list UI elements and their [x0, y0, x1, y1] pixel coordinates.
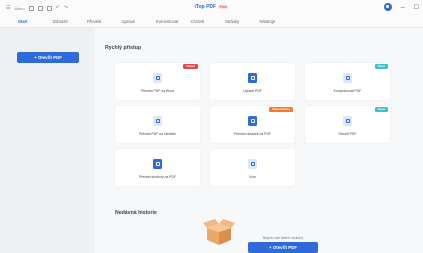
- print-icon[interactable]: [46, 5, 52, 11]
- tile-badge: Nové: [374, 64, 388, 69]
- image-to-pdf-icon: [248, 116, 257, 126]
- tile-label: Převést obrázek na PDF: [234, 132, 271, 136]
- quick-toolbar: ☰ Menu ↶ ↷: [0, 5, 68, 11]
- tab-comment[interactable]: Komentovat: [156, 16, 191, 24]
- menu-label[interactable]: Menu: [14, 6, 24, 11]
- merge-icon: [343, 116, 352, 126]
- tile-badge: Doporučeno: [269, 107, 293, 112]
- tile-label: Převést soubory na PDF: [139, 175, 176, 179]
- more-icon: [248, 159, 257, 169]
- tile-label: Převést PDF na Word: [141, 89, 174, 93]
- free-badge: Free: [218, 5, 229, 9]
- tile-image-to-pdf[interactable]: Doporučeno Převést obrázek na PDF: [210, 106, 295, 143]
- files-to-pdf-icon: [153, 159, 162, 169]
- minimize-icon[interactable]: –: [401, 4, 405, 11]
- empty-history-text: Nejsou zde žádné soubory: [262, 236, 304, 240]
- tile-files-to-pdf[interactable]: Převést soubory na PDF: [115, 149, 200, 186]
- quick-access-title: Rychlý přístup: [105, 45, 142, 51]
- tab-start[interactable]: Start: [18, 16, 53, 24]
- tab-view[interactable]: Zobrazit: [53, 16, 88, 24]
- account-avatar-icon[interactable]: [383, 3, 392, 11]
- tab-edit[interactable]: Upravit: [122, 16, 157, 24]
- main-content: Rychlý přístup Zkusit Převést PDF na Wor…: [95, 28, 423, 253]
- pdf-to-word-icon: [153, 73, 162, 83]
- tile-more[interactable]: Více: [210, 149, 295, 186]
- open-file-icon[interactable]: [28, 5, 34, 11]
- open-pdf-button[interactable]: + Otevřít PDF: [17, 52, 79, 63]
- tile-merge-pdf[interactable]: Nové Sloučit PDF: [305, 106, 390, 143]
- tile-label: Komprimovat PDF: [333, 89, 362, 93]
- pdf-to-image-icon: [153, 116, 162, 126]
- redo-icon[interactable]: ↷: [64, 5, 68, 11]
- tab-protect[interactable]: Chránit: [191, 16, 226, 24]
- maximize-icon[interactable]: ☐: [414, 4, 419, 11]
- tile-pdf-to-word[interactable]: Zkusit Převést PDF na Word: [115, 63, 200, 100]
- open-pdf-button-secondary[interactable]: + Otevřít PDF: [248, 242, 318, 253]
- tile-label: Převést PDF na obrázek: [139, 132, 176, 136]
- tile-label: Upravit PDF: [243, 89, 262, 93]
- save-icon[interactable]: [37, 5, 43, 11]
- tile-badge: Nové: [374, 107, 388, 112]
- tile-label: Sloučit PDF: [338, 132, 357, 136]
- undo-icon[interactable]: ↶: [56, 5, 60, 11]
- tab-convert[interactable]: Převést: [87, 16, 122, 24]
- tab-tools[interactable]: Nástroje: [260, 16, 295, 24]
- compress-icon: [343, 73, 352, 83]
- edit-pdf-icon: [248, 73, 257, 83]
- window-controls: – ☐: [383, 3, 419, 11]
- ribbon-tabs: Start Zobrazit Převést Upravit Komentova…: [0, 16, 423, 28]
- tile-badge: Zkusit: [183, 64, 198, 69]
- app-title-text: iTop PDF: [194, 4, 217, 10]
- title-bar: ☰ Menu ↶ ↷ iTop PDF Free – ☐: [0, 0, 423, 16]
- recent-history-title: Nedávná historie: [115, 210, 157, 216]
- tile-edit-pdf[interactable]: Upravit PDF: [210, 63, 295, 100]
- sidebar: + Otevřít PDF: [0, 28, 95, 253]
- menu-icon[interactable]: ☰: [6, 5, 10, 11]
- tile-pdf-to-image[interactable]: Převést PDF na obrázek: [115, 106, 200, 143]
- tile-compress-pdf[interactable]: Nové Komprimovat PDF: [305, 63, 390, 100]
- tile-label: Více: [249, 175, 256, 179]
- empty-box-icon: [203, 219, 235, 245]
- tab-pages[interactable]: Stránky: [225, 16, 260, 24]
